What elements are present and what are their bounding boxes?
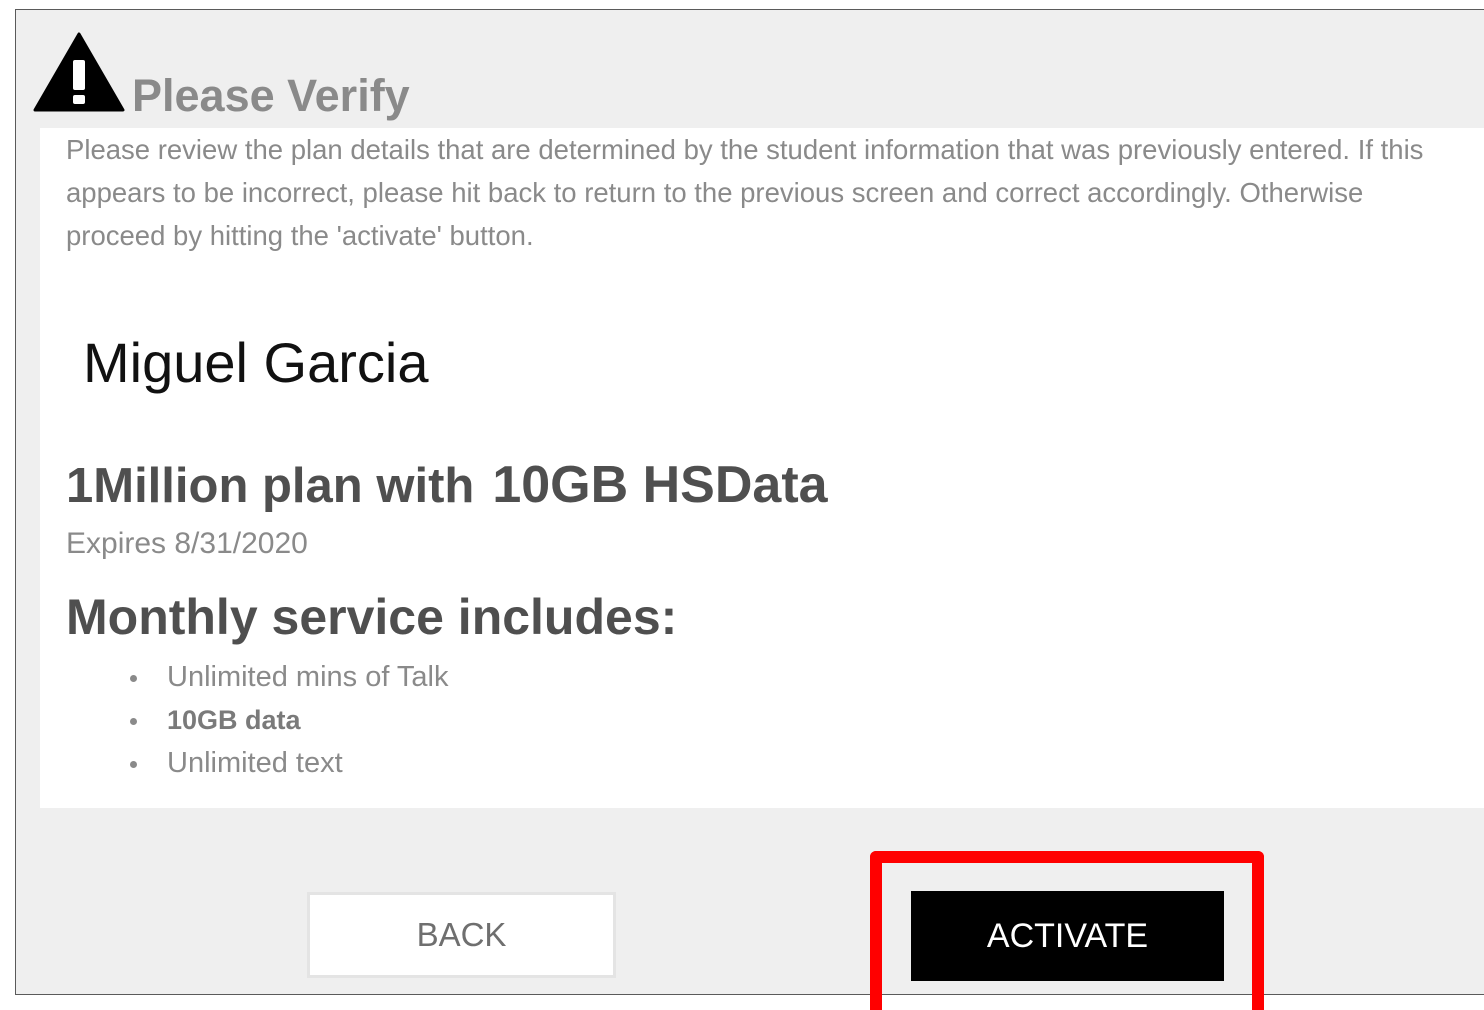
intro-text: Please review the plan details that are … xyxy=(66,134,1424,251)
feature-list: Unlimited mins of Talk 10GB data Unlimit… xyxy=(130,656,449,785)
includes-heading: Monthly service includes: xyxy=(66,589,678,645)
plan-title: 1Million plan with 10GB HSData xyxy=(66,455,828,515)
back-button[interactable]: BACK xyxy=(307,892,616,978)
feature-label: Unlimited text xyxy=(167,747,343,779)
plan-expiration: Expires 8/31/2020 xyxy=(66,527,308,560)
feature-label: 10GB data xyxy=(167,705,301,735)
student-name: Miguel Garcia xyxy=(83,331,429,394)
dialog-title: Please Verify xyxy=(132,70,410,121)
plan-name: 1Million plan with xyxy=(66,459,475,513)
plan-data-amount: 10GB HSData xyxy=(492,456,828,514)
activate-button[interactable]: ACTIVATE xyxy=(911,891,1224,981)
warning-icon xyxy=(33,32,125,112)
list-item: Unlimited mins of Talk xyxy=(130,656,449,699)
list-item: Unlimited text xyxy=(130,742,449,785)
list-item: 10GB data xyxy=(130,699,449,742)
bullet-icon xyxy=(130,675,137,682)
feature-label: Unlimited mins of Talk xyxy=(167,661,449,693)
bullet-icon xyxy=(130,718,137,725)
bullet-icon xyxy=(130,761,137,768)
